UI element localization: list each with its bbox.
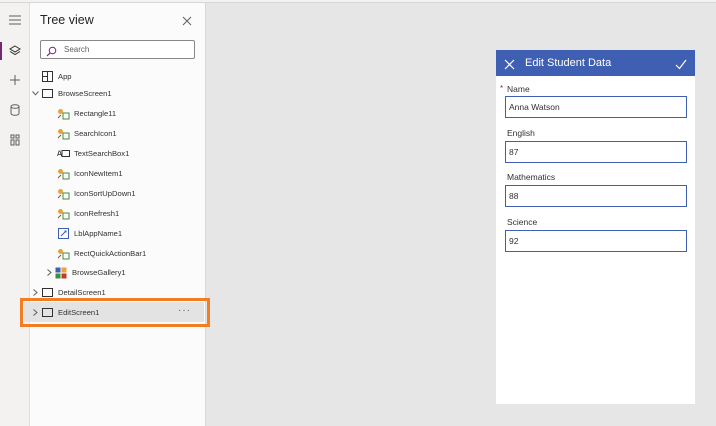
close-icon[interactable] (182, 13, 196, 27)
add-icon[interactable] (0, 65, 30, 95)
label-icon (56, 227, 70, 241)
screen-icon (40, 87, 54, 101)
tree-item-label: BrowseScreen1 (58, 89, 112, 98)
tree-item-iconrefresh1[interactable]: IconRefresh1 (56, 204, 119, 223)
layers-icon[interactable] (0, 36, 30, 66)
shape-icon (56, 127, 70, 141)
tree-item-iconsortupdown1[interactable]: IconSortUpDown1 (56, 184, 136, 203)
search-placeholder: Search (64, 45, 90, 54)
shape-icon (56, 187, 70, 201)
tree-item-iconnewitem1[interactable]: IconNewItem1 (56, 164, 123, 183)
tree-item-rectangle11[interactable]: Rectangle11 (56, 104, 116, 123)
mathematics-field[interactable]: 88 (505, 185, 687, 207)
tree-item-label: TextSearchBox1 (74, 149, 130, 158)
form-title: Edit Student Data (525, 57, 612, 69)
science-field[interactable]: 92 (505, 230, 687, 252)
shape-icon (56, 247, 70, 261)
tree-item-label: Rectangle11 (74, 109, 117, 118)
search-input[interactable]: Search (40, 40, 195, 59)
hamburger-menu-icon[interactable] (0, 5, 30, 35)
tree-item-rectquickactionbar1[interactable]: RectQuickActionBar1 (56, 244, 146, 263)
tree-item-textsearchbox1[interactable]: TextSearchBox1 (56, 144, 129, 163)
tree-item-label: IconSortUpDown1 (74, 189, 136, 198)
text-input-icon (56, 147, 70, 161)
english-field[interactable]: 87 (505, 141, 687, 163)
database-icon[interactable] (0, 95, 30, 125)
app-icon (40, 70, 54, 84)
tree-item-searchicon1[interactable]: SearchIcon1 (56, 124, 117, 143)
chevron-down-icon[interactable] (30, 84, 40, 103)
field-label-english: English (507, 128, 535, 138)
edit-form-card: Edit Student Data * Name Anna Watson Eng… (496, 50, 695, 404)
required-marker: * (500, 84, 504, 93)
left-rail (0, 3, 30, 426)
gallery-icon (54, 266, 68, 280)
highlight-box (20, 298, 210, 327)
shape-icon (56, 207, 70, 221)
tree-item-lblappname1[interactable]: LblAppName1 (56, 224, 122, 243)
field-label-name: Name (507, 84, 530, 94)
form-header: Edit Student Data (496, 50, 695, 76)
tree-item-label: BrowseGallery1 (72, 268, 126, 277)
tree-item-label: SearchIcon1 (74, 129, 117, 138)
checkmark-icon[interactable] (675, 57, 687, 75)
search-icon (46, 44, 57, 62)
tree-item-browsegallery1[interactable]: BrowseGallery1 (44, 263, 126, 282)
shape-icon (56, 167, 70, 181)
tree-view-title: Tree view (40, 13, 94, 27)
tools-icon[interactable] (0, 125, 30, 155)
tree-item-label: IconRefresh1 (74, 209, 120, 218)
shape-icon (56, 107, 70, 121)
close-icon[interactable] (504, 57, 515, 75)
tree-item-label: LblAppName1 (74, 229, 123, 238)
chevron-right-icon[interactable] (44, 263, 54, 282)
tree-item-label: RectQuickActionBar1 (74, 249, 147, 258)
field-label-science: Science (507, 217, 538, 227)
name-field[interactable]: Anna Watson (505, 96, 687, 118)
tree-item-browsescreen1[interactable]: BrowseScreen1 (30, 84, 112, 103)
field-label-mathematics: Mathematics (507, 172, 556, 182)
tree-item-label: IconNewItem1 (74, 169, 123, 178)
